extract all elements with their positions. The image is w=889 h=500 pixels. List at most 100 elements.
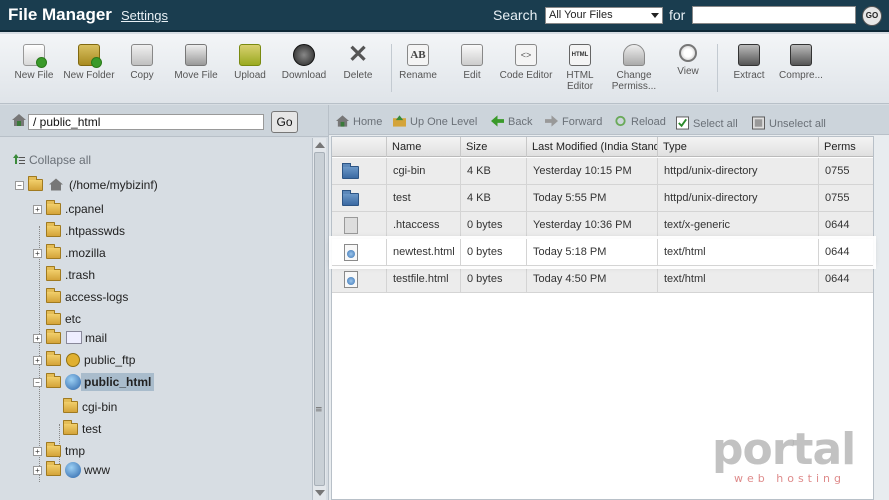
folder-icon [46, 351, 61, 366]
chevron-down-icon [651, 13, 659, 18]
mail-icon [66, 331, 82, 344]
folder-open-icon [28, 176, 43, 191]
unselect-all-button[interactable]: Unselect all [752, 113, 826, 130]
search-go-button[interactable]: GO [862, 6, 882, 26]
new-file-button[interactable]: New File [7, 44, 61, 81]
folder-icon [46, 310, 61, 325]
folder-icon [63, 420, 78, 435]
home-icon [12, 114, 26, 126]
expand-toggle[interactable]: + [33, 334, 42, 343]
rename-icon: AB [407, 44, 429, 66]
arrow-right-icon [545, 115, 558, 127]
column-header-size[interactable]: Size [461, 137, 527, 157]
column-header-type[interactable]: Type [658, 137, 819, 157]
expand-toggle[interactable]: + [33, 466, 42, 475]
column-header-name[interactable]: Name [387, 137, 461, 157]
table-row[interactable]: .htaccess 0 bytes Yesterday 10:36 PM tex… [332, 212, 873, 239]
column-header-modified[interactable]: Last Modified (India Standard Time) [527, 137, 658, 157]
expand-toggle[interactable]: + [33, 356, 42, 365]
select-all-button[interactable]: Select all [676, 113, 738, 130]
collapse-all-icon [13, 154, 25, 164]
folder-icon [342, 163, 359, 179]
globe-icon [65, 374, 81, 390]
back-button[interactable]: Back [491, 113, 532, 128]
reload-icon [615, 115, 626, 127]
new-folder-button[interactable]: New Folder [62, 44, 116, 81]
search-scope-select[interactable]: All Your Files [545, 7, 663, 24]
rename-button[interactable]: AB Rename [391, 44, 445, 81]
checkbox-checked-icon [676, 116, 689, 130]
expand-toggle[interactable]: − [33, 378, 42, 387]
upload-button[interactable]: Upload [223, 44, 277, 81]
table-row[interactable]: cgi-bin 4 KB Yesterday 10:15 PM httpd/un… [332, 158, 873, 185]
table-row-highlighted[interactable]: newtest.html 0 bytes Today 5:18 PM text/… [332, 239, 873, 266]
download-button[interactable]: Download [277, 44, 331, 81]
directory-tree-panel: Go Collapse all − (/home/mybizinf) + .cp… [0, 105, 328, 500]
copy-button[interactable]: Copy [115, 44, 169, 81]
extract-icon [738, 44, 760, 66]
folder-icon [46, 442, 61, 457]
folder-tree: Collapse all − (/home/mybizinf) + .cpane… [0, 138, 312, 500]
edit-button[interactable]: Edit [445, 44, 499, 81]
folder-icon [46, 200, 61, 215]
globe-icon [65, 462, 81, 478]
expand-toggle[interactable]: + [33, 205, 42, 214]
navigation-bar: Home Up One Level Back Forward Reload Se… [329, 105, 889, 135]
home-button[interactable]: Home [336, 113, 382, 128]
search-label: Search [493, 7, 538, 23]
expand-toggle[interactable]: + [33, 447, 42, 456]
scroll-up-icon[interactable] [315, 142, 325, 148]
for-label: for [669, 7, 686, 23]
header-bar: File Manager Settings Search All Your Fi… [0, 0, 889, 32]
scroll-down-icon[interactable] [315, 490, 325, 496]
html-editor-button[interactable]: HTML HTML Editor [553, 44, 607, 92]
move-file-button[interactable]: Move File [169, 44, 223, 81]
new-file-icon [23, 44, 47, 68]
folder-icon [46, 288, 61, 303]
folder-icon [46, 329, 61, 344]
change-permissions-button[interactable]: Change Permiss... [607, 44, 661, 92]
path-go-button[interactable]: Go [271, 111, 298, 133]
upload-icon [239, 44, 261, 66]
app-title: File Manager [8, 5, 112, 24]
compress-icon [790, 44, 812, 66]
settings-link[interactable]: Settings [121, 8, 168, 23]
table-row[interactable]: test 4 KB Today 5:55 PM httpd/unix-direc… [332, 185, 873, 212]
forward-button[interactable]: Forward [545, 113, 602, 128]
folder-icon [342, 190, 359, 206]
up-one-level-button[interactable]: Up One Level [393, 113, 477, 128]
search-scope-value: All Your Files [549, 9, 613, 21]
table-header: Name Size Last Modified (India Standard … [332, 137, 873, 157]
path-input[interactable] [28, 114, 264, 130]
extract-button[interactable]: Extract [722, 44, 776, 81]
arrow-left-icon [491, 115, 504, 127]
code-editor-button[interactable]: <> Code Editor [499, 44, 553, 81]
expand-toggle[interactable]: − [15, 181, 24, 190]
reload-button[interactable]: Reload [614, 113, 666, 128]
column-header-perms[interactable]: Perms [819, 137, 873, 157]
view-button[interactable]: View [661, 44, 715, 77]
compress-button[interactable]: Compre... [774, 44, 828, 81]
file-list-panel: Home Up One Level Back Forward Reload Se… [328, 105, 889, 500]
search-input[interactable] [692, 6, 856, 24]
home-icon [336, 115, 349, 127]
column-header-icon[interactable] [332, 137, 387, 157]
folder-icon [46, 266, 61, 281]
table-row[interactable]: testfile.html 0 bytes Today 4:50 PM text… [332, 266, 873, 293]
ftp-icon [66, 353, 80, 367]
code-editor-icon: <> [515, 44, 537, 66]
file-table: Name Size Last Modified (India Standard … [331, 136, 874, 500]
download-icon [293, 44, 315, 66]
tree-scrollbar[interactable] [312, 138, 326, 500]
panel-resize-handle[interactable]: ≡ [315, 405, 323, 417]
scrollbar-thumb[interactable] [314, 152, 325, 486]
up-folder-icon [393, 115, 406, 127]
edit-icon [461, 44, 483, 66]
path-bar: Go [0, 105, 328, 137]
tree-connector [39, 226, 40, 482]
folder-icon [46, 244, 61, 259]
expand-toggle[interactable]: + [33, 249, 42, 258]
change-permissions-icon [623, 44, 645, 66]
delete-button[interactable]: ✕ Delete [331, 43, 385, 82]
collapse-all-link[interactable]: Collapse all [13, 152, 91, 167]
